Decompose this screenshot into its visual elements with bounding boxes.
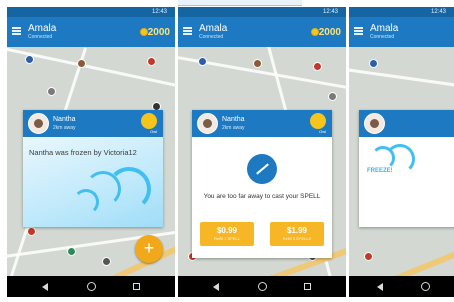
ice-swirl-icon bbox=[107, 167, 151, 211]
player-pin[interactable] bbox=[102, 257, 111, 266]
player-pin[interactable] bbox=[25, 55, 34, 64]
android-nav-bar bbox=[178, 276, 346, 297]
ice-swirl-icon bbox=[73, 189, 99, 215]
player-pin[interactable] bbox=[27, 227, 36, 236]
wand-icon bbox=[247, 154, 277, 184]
too-far-card: Nantha 2km away Owl You are too far away… bbox=[192, 110, 332, 258]
profile-distance: 2km away bbox=[222, 125, 245, 131]
player-pin[interactable] bbox=[313, 62, 322, 71]
player-pin[interactable] bbox=[198, 57, 207, 66]
app-bar: Amala Connected 2000 bbox=[178, 17, 346, 47]
buy-price: $0.99 bbox=[216, 226, 238, 235]
freeze-label: FREEZE! bbox=[367, 168, 393, 174]
player-pin[interactable] bbox=[253, 59, 262, 68]
menu-icon[interactable] bbox=[354, 27, 363, 35]
avatar bbox=[364, 113, 385, 134]
owl-icon[interactable] bbox=[141, 113, 157, 129]
app-title: Amala bbox=[199, 23, 228, 34]
app-title: Amala bbox=[28, 23, 57, 34]
app-subtitle: Connected bbox=[199, 34, 224, 40]
menu-icon[interactable] bbox=[183, 27, 192, 35]
map-main-road bbox=[372, 239, 454, 276]
add-button[interactable]: + bbox=[135, 235, 163, 263]
app-title: Amala bbox=[370, 23, 399, 34]
profile-name: Nantha bbox=[222, 116, 245, 123]
profile-header bbox=[359, 110, 454, 137]
player-pin[interactable] bbox=[77, 59, 86, 68]
buy-refill-button[interactable]: $0.99 Refill 1 SPELL bbox=[200, 222, 254, 246]
frozen-effect-area: Nantha was frozen by Victoria12 bbox=[23, 137, 163, 227]
nav-back-icon[interactable] bbox=[377, 283, 383, 291]
menu-icon[interactable] bbox=[12, 27, 21, 35]
status-bar: 12:43 bbox=[178, 7, 346, 17]
frozen-message: Nantha was frozen by Victoria12 bbox=[29, 148, 137, 157]
phone-screen-too-far: 12:43 Amala Connected 2000 Nantha 2km aw… bbox=[178, 7, 346, 297]
app-subtitle: Connected bbox=[370, 34, 395, 40]
buy-note: Refill 1 SPELL bbox=[214, 236, 240, 241]
nav-recent-icon[interactable] bbox=[133, 283, 140, 290]
nav-recent-icon[interactable] bbox=[304, 283, 311, 290]
app-subtitle: Connected bbox=[28, 34, 53, 40]
app-bar: Amala Connected bbox=[349, 17, 454, 47]
map-road bbox=[349, 67, 454, 90]
nav-home-icon[interactable] bbox=[421, 282, 430, 291]
profile-distance: 2km away bbox=[53, 125, 76, 131]
coin-balance: 2000 bbox=[318, 27, 341, 38]
buy-refill-button[interactable]: $1.99 Refill 3 SPELLS bbox=[270, 222, 324, 246]
nav-back-icon[interactable] bbox=[213, 283, 219, 291]
owl-label: Owl bbox=[319, 129, 326, 134]
profile-name: Nantha bbox=[53, 116, 76, 123]
owl-label: Owl bbox=[150, 129, 157, 134]
player-pin[interactable] bbox=[328, 92, 337, 101]
buy-price: $1.99 bbox=[286, 226, 308, 235]
player-pin[interactable] bbox=[369, 59, 378, 68]
status-bar: 12:43 bbox=[349, 7, 454, 17]
status-time: 12:43 bbox=[322, 9, 338, 15]
status-time: 12:43 bbox=[151, 9, 167, 15]
phone-screen-freeze: 12:43 Amala Connected FREEZE! bbox=[349, 7, 454, 297]
profile-header: Nantha 2km away Owl bbox=[23, 110, 163, 137]
player-pin[interactable] bbox=[364, 252, 373, 261]
nav-home-icon[interactable] bbox=[258, 282, 267, 291]
app-bar: Amala Connected 2000 bbox=[7, 17, 175, 47]
preview-frame-tab bbox=[178, 0, 302, 6]
buy-note: Refill 3 SPELLS bbox=[282, 236, 312, 241]
profile-header: Nantha 2km away Owl bbox=[192, 110, 332, 137]
avatar bbox=[28, 113, 49, 134]
player-pin[interactable] bbox=[147, 57, 156, 66]
android-nav-bar bbox=[7, 276, 175, 297]
player-pin[interactable] bbox=[67, 247, 76, 256]
freeze-card: FREEZE! bbox=[359, 110, 454, 227]
player-pin[interactable] bbox=[47, 87, 56, 96]
nav-home-icon[interactable] bbox=[87, 282, 96, 291]
frozen-card: Nantha 2km away Owl Nantha was frozen by… bbox=[23, 110, 163, 227]
status-bar: 12:43 bbox=[7, 7, 175, 17]
too-far-message: You are too far away to cast your SPELL bbox=[203, 193, 321, 200]
status-time: 12:43 bbox=[430, 9, 446, 15]
coin-balance: 2000 bbox=[147, 27, 170, 38]
phone-screen-frozen: 12:43 Amala Connected 2000 Nantha 2km aw… bbox=[7, 7, 175, 297]
avatar bbox=[197, 113, 218, 134]
owl-icon[interactable] bbox=[310, 113, 326, 129]
map-road bbox=[7, 47, 175, 91]
nav-back-icon[interactable] bbox=[42, 283, 48, 291]
android-nav-bar bbox=[349, 276, 454, 297]
